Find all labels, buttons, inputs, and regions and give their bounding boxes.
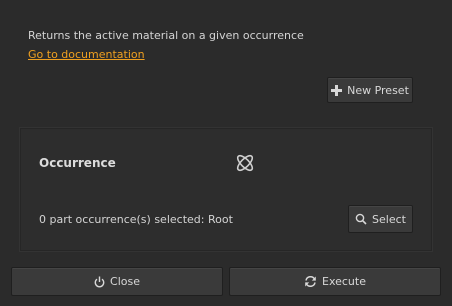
close-label: Close (110, 275, 140, 288)
selection-status: 0 part occurrence(s) selected: Root (39, 213, 233, 226)
execute-button[interactable]: Execute (229, 267, 441, 296)
plus-icon (331, 84, 343, 96)
documentation-link[interactable]: Go to documentation (28, 48, 145, 61)
select-label: Select (372, 212, 406, 226)
occurrence-title: Occurrence (39, 156, 116, 170)
occurrence-icon (234, 152, 256, 174)
select-button[interactable]: Select (348, 205, 413, 233)
occurrence-panel: Occurrence 0 part occurrence(s) selected… (20, 128, 432, 251)
execute-label: Execute (322, 275, 366, 288)
new-preset-label: New Preset (347, 83, 409, 97)
new-preset-button[interactable]: New Preset (327, 77, 413, 103)
function-description: Returns the active material on a given o… (28, 29, 304, 42)
close-button[interactable]: Close (11, 267, 223, 296)
search-icon (355, 213, 367, 225)
power-icon (94, 276, 105, 288)
refresh-icon (304, 275, 317, 288)
